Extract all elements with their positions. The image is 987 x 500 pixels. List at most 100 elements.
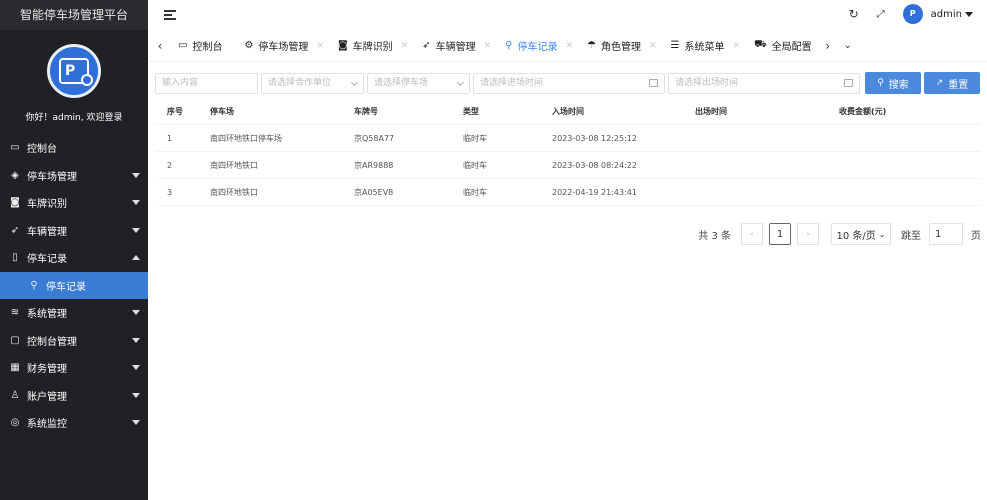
- sidebar-item-account[interactable]: ♙ 账户管理: [0, 382, 148, 410]
- tab-system-menu[interactable]: ☰ 系统菜单 ✕: [671, 38, 741, 53]
- document-icon: ▯: [12, 252, 18, 264]
- refresh-icon[interactable]: ↻: [849, 7, 859, 21]
- table-row[interactable]: 3 南四环地铁口 京A05EV8 临时车 2022-04-19 21:43:41: [155, 179, 980, 206]
- goto-label: 跳至: [901, 230, 921, 242]
- camera-icon: ◙: [10, 197, 20, 209]
- close-icon[interactable]: ✕: [316, 41, 324, 51]
- filter-bar: 输入内容 请选择合作单位 请选择停车场 请选择进场时间 请选择出场时间 ⚲ 搜索…: [155, 72, 980, 94]
- close-icon[interactable]: ✕: [649, 41, 657, 51]
- sidebar-menu: ▭ 控制台 ◈ 停车场管理 ◙ 车牌识别 ➶ 车辆管理 ▯ 停车记录 ⚲ 停车记…: [0, 134, 148, 437]
- top-bar: ↻ ⤢ P admin: [148, 0, 987, 30]
- sidebar-item-console[interactable]: ▢ 控制台管理: [0, 327, 148, 355]
- chevron-right-icon[interactable]: ›: [818, 39, 838, 53]
- close-icon[interactable]: ✕: [401, 41, 409, 51]
- goto-page-input[interactable]: 1: [929, 223, 963, 245]
- gear-icon: ⚙: [244, 40, 254, 51]
- search-icon: ⚲: [877, 78, 884, 88]
- user-dropdown-icon[interactable]: [965, 11, 973, 17]
- tab-label: 停车场管理: [258, 42, 309, 53]
- user-icon: ♙: [10, 389, 20, 401]
- unit-select[interactable]: 请选择合作单位: [261, 72, 364, 94]
- page-suffix: 页: [971, 230, 981, 242]
- chevron-down-icon: ⌄: [878, 229, 886, 239]
- console-icon: ▢: [10, 334, 20, 346]
- chevron-left-icon: ‹: [750, 228, 754, 240]
- sidebar-item-system[interactable]: ≋ 系统管理: [0, 299, 148, 327]
- list-icon: ☰: [670, 40, 680, 51]
- sidebar-item-label: 停车记录: [46, 281, 86, 293]
- caret-down-icon: [132, 420, 140, 425]
- sidebar: 智能停车场管理平台 P 你好！admin, 欢迎登录 ▭ 控制台 ◈ 停车场管理…: [0, 0, 148, 500]
- tab-label: 全局配置: [771, 42, 812, 53]
- sidebar-item-parking-lot[interactable]: ◈ 停车场管理: [0, 162, 148, 190]
- send-icon: ➶: [422, 40, 431, 51]
- sidebar-item-vehicle[interactable]: ➶ 车辆管理: [0, 217, 148, 245]
- layers-icon: ≋: [10, 307, 20, 319]
- chevron-down-icon: [456, 78, 465, 86]
- sidebar-item-label: 系统管理: [27, 309, 67, 321]
- parking-logo-icon: P: [59, 58, 93, 86]
- username[interactable]: admin: [931, 9, 962, 20]
- tab-label: 角色管理: [601, 42, 641, 53]
- parking-lot-select[interactable]: 请选择停车场: [367, 72, 470, 94]
- page-size-select[interactable]: 10 条/页 ⌄: [831, 223, 891, 245]
- sidebar-item-label: 停车场管理: [27, 171, 77, 183]
- table-row[interactable]: 1 南四环地铁口停车场 京Q58A77 临时车 2023-03-08 12:25…: [155, 125, 980, 152]
- sidebar-item-label: 系统监控: [27, 419, 67, 431]
- send-icon: ➶: [10, 224, 20, 236]
- tab-bar: ‹ ▭ 控制台 ⚙ 停车场管理 ✕ ◙ 车牌识别 ✕ ➶ 车辆管理 ✕ ⚲ 停车…: [148, 30, 987, 62]
- tab-roles[interactable]: ☂ 角色管理 ✕: [587, 38, 657, 53]
- camera-icon: ◙: [337, 40, 348, 51]
- caret-up-icon: [132, 255, 140, 260]
- finance-icon: ▦: [10, 362, 20, 374]
- close-icon[interactable]: ✕: [733, 41, 741, 51]
- tab-parking-lot[interactable]: ⚙ 停车场管理 ✕: [244, 38, 324, 53]
- fullscreen-icon[interactable]: ⤢: [877, 9, 885, 20]
- tab-label: 车辆管理: [435, 42, 476, 53]
- search-button[interactable]: ⚲ 搜索: [865, 72, 921, 94]
- total-count: 共 3 条: [698, 230, 731, 242]
- page-number[interactable]: 1: [769, 223, 791, 245]
- close-icon[interactable]: ✕: [565, 41, 573, 51]
- chevron-down-icon[interactable]: ⌄: [838, 40, 858, 51]
- sidebar-item-label: 停车记录: [27, 254, 67, 266]
- next-page-button[interactable]: ›: [797, 223, 819, 245]
- logo-avatar: P: [47, 44, 101, 98]
- tab-label: 系统菜单: [684, 42, 725, 53]
- records-table: 序号 停车场 车牌号 类型 入场时间 出场时间 收费金额(元) 1 南四环地铁口…: [155, 99, 980, 206]
- sidebar-item-plate-recognition[interactable]: ◙ 车牌识别: [0, 189, 148, 217]
- tab-label: 停车记录: [517, 42, 558, 53]
- chevron-down-icon: [350, 78, 359, 86]
- tab-parking-records[interactable]: ⚲ 停车记录 ✕: [505, 38, 573, 53]
- location-pin-icon: ⚲: [505, 40, 513, 51]
- sidebar-item-finance[interactable]: ▦ 财务管理: [0, 354, 148, 382]
- table-row[interactable]: 2 南四环地铁口 京AR9888 临时车 2023-03-08 08:24:22: [155, 152, 980, 179]
- keyword-input[interactable]: 输入内容: [155, 72, 258, 94]
- chevron-left-icon[interactable]: ‹: [150, 39, 170, 53]
- pagination: 共 3 条 ‹ 1 › 10 条/页 ⌄ 跳至 1 页: [698, 223, 981, 245]
- umbrella-icon: ☂: [587, 40, 596, 51]
- diamond-icon: ◈: [11, 169, 19, 181]
- location-pin-icon: ⚲: [30, 279, 38, 291]
- avatar[interactable]: P: [902, 4, 923, 24]
- tab-plate-recognition[interactable]: ◙ 车牌识别 ✕: [338, 38, 408, 53]
- tab-dashboard[interactable]: ▭ 控制台: [178, 38, 222, 53]
- reset-button[interactable]: ↗ 重置: [924, 72, 980, 94]
- tab-global-config[interactable]: ⛟ 全局配置: [754, 38, 812, 53]
- caret-down-icon: [132, 392, 140, 398]
- entry-time-picker[interactable]: 请选择进场时间: [473, 72, 665, 94]
- sidebar-subitem-parking-records[interactable]: ⚲ 停车记录: [0, 271, 148, 299]
- tab-label: 控制台: [192, 42, 223, 53]
- exit-time-picker[interactable]: 请选择出场时间: [668, 72, 860, 94]
- sidebar-item-parking-records[interactable]: ▯ 停车记录: [0, 244, 148, 272]
- prev-page-button[interactable]: ‹: [741, 223, 763, 245]
- close-icon[interactable]: ✕: [484, 41, 492, 51]
- sidebar-item-monitor[interactable]: ◎ 系统监控: [0, 409, 148, 437]
- menu-toggle-icon[interactable]: [164, 10, 176, 20]
- sidebar-item-label: 财务管理: [27, 364, 67, 376]
- caret-down-icon: [132, 172, 140, 178]
- monitor-icon: ▭: [10, 142, 20, 154]
- monitor-icon: ▭: [178, 40, 188, 51]
- sidebar-item-dashboard[interactable]: ▭ 控制台: [0, 134, 148, 162]
- tab-vehicle[interactable]: ➶ 车辆管理 ✕: [422, 38, 491, 53]
